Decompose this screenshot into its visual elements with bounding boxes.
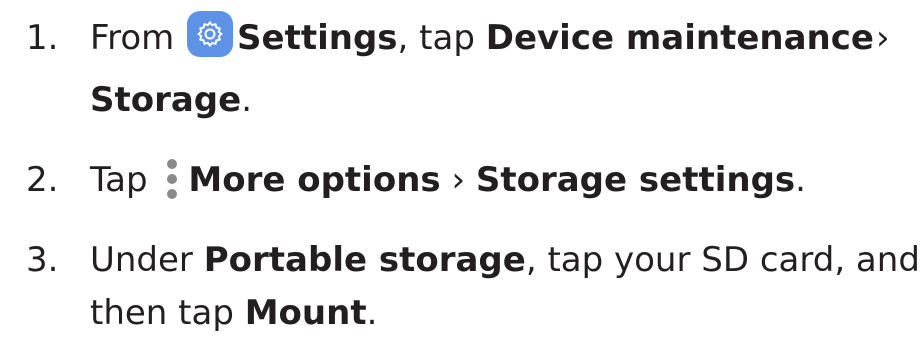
step-1-period: .: [241, 80, 253, 120]
step-3-text-then-tap: then tap: [90, 293, 245, 333]
instruction-steps: 1. From Settings, tap Device maintenance…: [0, 0, 920, 345]
step-1-text-tap: , tap: [397, 18, 486, 58]
step-3-text-tap-sd: , tap your SD card, and: [525, 240, 920, 280]
more-options-label: More options: [188, 160, 441, 200]
step-2-line-1: Tap More options › Storage settings.: [90, 150, 806, 210]
step-3-number: 3.: [26, 240, 59, 280]
storage-label: Storage: [90, 80, 242, 120]
more-options-icon: [164, 157, 180, 201]
step-3-line-1: Under Portable storage, tap your SD card…: [90, 230, 920, 290]
step-1-line-1: From Settings, tap Device maintenance ›: [90, 8, 892, 68]
portable-storage-label: Portable storage: [203, 240, 526, 280]
step-3-period: .: [366, 293, 378, 333]
step-3-text-under: Under: [90, 240, 204, 280]
step-1-text-from: From: [90, 18, 186, 58]
step-2-period: .: [795, 160, 806, 200]
settings-label: Settings: [237, 18, 398, 58]
step-1-number: 1.: [26, 18, 59, 58]
step-3-line-2: then tap Mount.: [90, 283, 377, 343]
mount-label: Mount: [244, 293, 367, 333]
chevron-separator: ›: [875, 18, 890, 58]
settings-gear-icon: [187, 11, 234, 57]
step-2-number: 2.: [26, 160, 59, 200]
step-2-text-tap: Tap: [90, 160, 159, 200]
step-1-line-2: Storage.: [90, 70, 252, 130]
device-maintenance-label: Device maintenance: [485, 18, 874, 58]
chevron-separator: ›: [440, 160, 476, 200]
storage-settings-label: Storage settings: [475, 160, 796, 200]
